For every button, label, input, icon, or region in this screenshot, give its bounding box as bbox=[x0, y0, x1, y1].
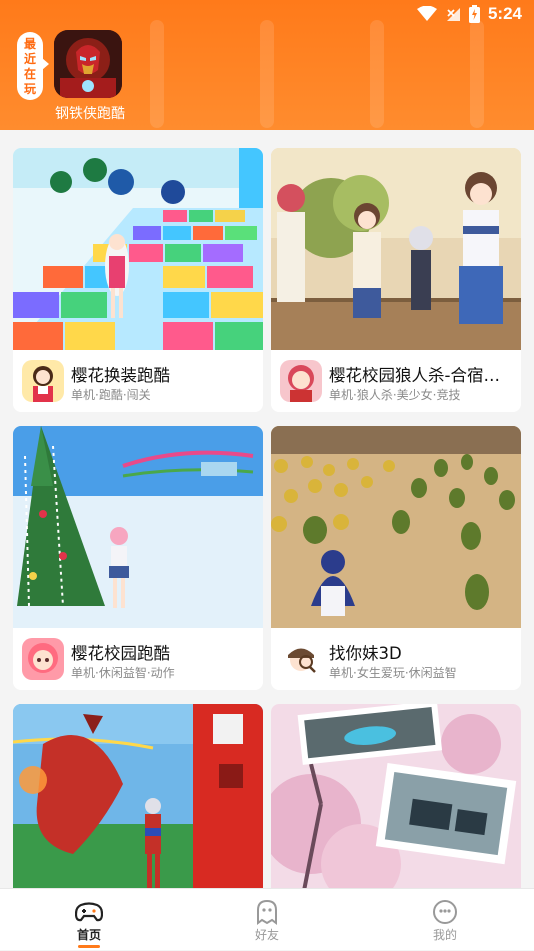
game-title: 樱花校园狼人杀-合宿… bbox=[329, 366, 500, 385]
game-icon bbox=[22, 638, 64, 680]
game-thumbnail bbox=[13, 426, 263, 628]
header-decoration bbox=[150, 20, 164, 128]
game-tags: 单机·女生爱玩·休闲益智 bbox=[329, 666, 457, 680]
ghost-icon bbox=[257, 899, 277, 925]
status-bar: 5:24 bbox=[0, 0, 534, 28]
smiley-icon bbox=[433, 900, 457, 924]
tab-label: 首页 bbox=[76, 928, 101, 942]
status-time: 5:24 bbox=[487, 4, 522, 23]
header-decoration bbox=[260, 20, 274, 128]
recent-game-name[interactable]: 钢铁侠跑酷 bbox=[55, 103, 125, 123]
game-list[interactable]: 樱花换装跑酷 单机·跑酷·闯关 樱花校园狼人杀-合宿… 单机·狼人杀·美少女·竞… bbox=[0, 130, 534, 888]
game-card[interactable] bbox=[13, 704, 263, 888]
header-decoration bbox=[370, 20, 384, 128]
recently-played-arrow bbox=[42, 58, 49, 70]
tab-mine[interactable]: 我的 bbox=[356, 889, 534, 951]
game-thumbnail bbox=[271, 148, 521, 350]
recently-played-char: 玩 bbox=[23, 82, 36, 96]
recently-played-char: 在 bbox=[23, 67, 36, 81]
recently-played-char: 近 bbox=[23, 52, 36, 66]
game-card[interactable]: 樱花校园狼人杀-合宿… 单机·狼人杀·美少女·竞技 bbox=[271, 148, 521, 412]
game-icon bbox=[280, 360, 322, 402]
tab-home[interactable]: 首页 bbox=[0, 889, 178, 951]
tab-label: 好友 bbox=[254, 928, 279, 942]
game-title: 找你妹3D bbox=[329, 644, 402, 663]
header-decoration bbox=[470, 20, 484, 128]
gamepad-icon bbox=[75, 902, 103, 922]
recently-played-char: 最 bbox=[23, 37, 36, 51]
game-title: 樱花校园跑酷 bbox=[71, 644, 170, 663]
header: 5:24 最 近 在 玩 钢铁侠跑酷 bbox=[0, 0, 534, 130]
recent-game-icon[interactable] bbox=[54, 30, 122, 98]
game-thumbnail bbox=[271, 426, 521, 628]
game-tags: 单机·狼人杀·美少女·竞技 bbox=[329, 388, 461, 402]
game-icon bbox=[22, 360, 64, 402]
game-thumbnail bbox=[13, 148, 263, 350]
game-icon bbox=[280, 638, 322, 680]
game-title: 樱花换装跑酷 bbox=[71, 366, 170, 385]
game-card[interactable]: 樱花校园跑酷 单机·休闲益智·动作 bbox=[13, 426, 263, 690]
wifi-icon bbox=[416, 6, 437, 21]
game-card[interactable]: 找你妹3D 单机·女生爱玩·休闲益智 bbox=[271, 426, 521, 690]
battery-charging-icon bbox=[468, 5, 480, 23]
recently-played-tag: 最 近 在 玩 bbox=[17, 32, 43, 100]
game-tags: 单机·跑酷·闯关 bbox=[71, 388, 151, 402]
tab-friends[interactable]: 好友 bbox=[178, 889, 356, 951]
game-card[interactable]: 樱花换装跑酷 单机·跑酷·闯关 bbox=[13, 148, 263, 412]
tab-label: 我的 bbox=[432, 928, 457, 942]
game-thumbnail bbox=[13, 704, 263, 888]
game-thumbnail bbox=[271, 704, 521, 888]
active-tab-indicator bbox=[78, 945, 100, 948]
game-card[interactable] bbox=[271, 704, 521, 888]
bottom-tab-bar: 首页 好友 我的 bbox=[0, 888, 534, 950]
game-tags: 单机·休闲益智·动作 bbox=[71, 666, 175, 680]
no-signal-icon bbox=[446, 8, 460, 21]
